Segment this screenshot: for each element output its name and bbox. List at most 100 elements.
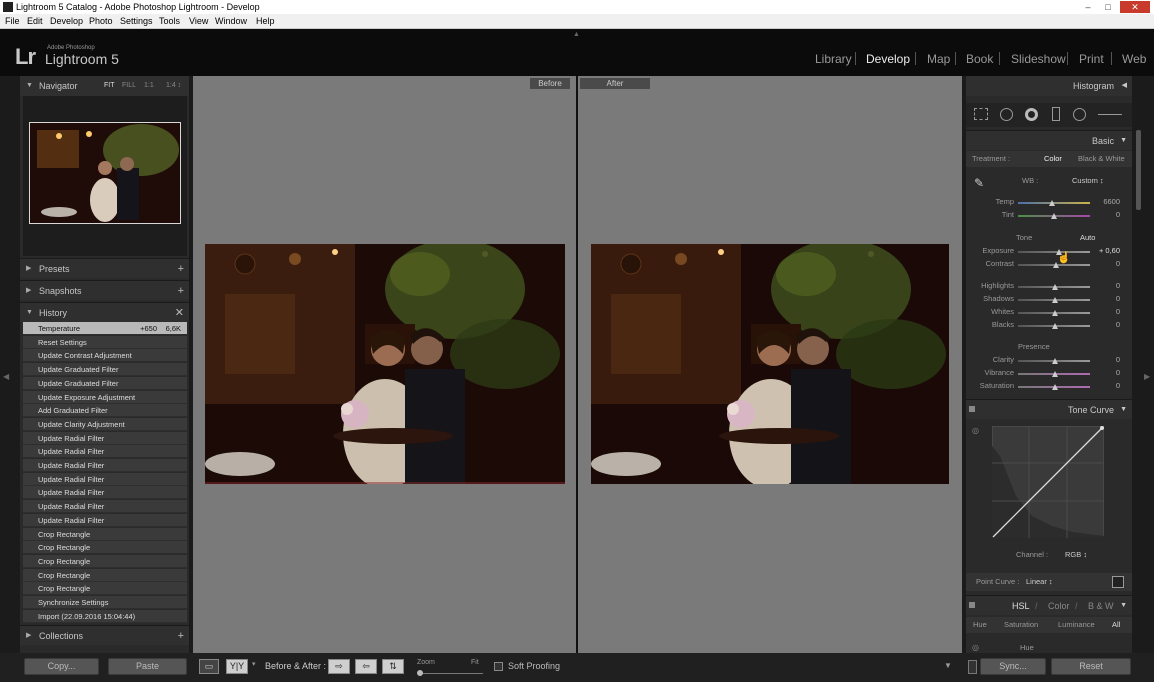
paste-button[interactable]: Paste xyxy=(108,658,187,675)
right-panel-toggle-icon[interactable]: ▶ xyxy=(1144,372,1150,381)
history-item[interactable]: Temperature +650 6,6K xyxy=(23,322,187,335)
collapse-top-icon[interactable]: ▲ xyxy=(573,31,580,38)
blacks-thumb[interactable] xyxy=(1052,323,1058,329)
saturation-value[interactable]: 0 xyxy=(1090,381,1120,391)
tone-curve-header[interactable]: Tone Curve ▼ xyxy=(966,399,1132,419)
red-eye-icon[interactable] xyxy=(1025,108,1038,121)
luminance-subtab[interactable]: Luminance xyxy=(1058,620,1095,630)
channel-select[interactable]: RGB ↕ xyxy=(1065,550,1087,560)
history-item[interactable]: Update Radial Filter xyxy=(23,459,187,472)
add-snapshot-icon[interactable]: + xyxy=(178,281,184,301)
temp-thumb[interactable] xyxy=(1049,200,1055,206)
soft-proofing-checkbox[interactable] xyxy=(494,662,503,671)
history-item[interactable]: Update Graduated Filter xyxy=(23,363,187,377)
left-panel-toggle-icon[interactable]: ◀ xyxy=(3,372,9,381)
history-header[interactable]: ▼ History ✕ xyxy=(20,302,189,322)
saturation-subtab[interactable]: Saturation xyxy=(1004,620,1038,630)
history-item[interactable]: Crop Rectangle xyxy=(23,554,187,568)
crop-tool-icon[interactable] xyxy=(974,108,988,120)
maximize-button[interactable]: □ xyxy=(1100,1,1116,13)
copy-after-to-before-icon[interactable]: ⇦ xyxy=(355,659,377,674)
menu-help[interactable]: Help xyxy=(256,14,275,29)
clarity-thumb[interactable] xyxy=(1052,358,1058,364)
history-item[interactable]: Crop Rectangle xyxy=(23,541,187,555)
treatment-color[interactable]: Color xyxy=(1044,154,1062,164)
zoom-fill[interactable]: FILL xyxy=(122,76,136,96)
right-panel-scrollbar[interactable] xyxy=(1136,130,1141,210)
history-item[interactable]: Crop Rectangle xyxy=(23,527,187,541)
history-item[interactable]: Update Exposure Adjustment xyxy=(23,390,187,404)
all-subtab[interactable]: All xyxy=(1112,620,1120,630)
history-item[interactable]: Import (22.09.2016 15:04:44) xyxy=(23,609,187,623)
history-item[interactable]: Update Radial Filter xyxy=(23,486,187,500)
add-collection-icon[interactable]: + xyxy=(178,626,184,646)
minimize-button[interactable]: – xyxy=(1080,1,1096,13)
panel-switch-icon[interactable] xyxy=(969,406,975,412)
history-item[interactable]: Reset Settings xyxy=(23,335,187,349)
module-book[interactable]: Book xyxy=(966,52,993,66)
edit-point-curve-icon[interactable] xyxy=(1112,576,1124,588)
blacks-value[interactable]: 0 xyxy=(1090,320,1120,330)
exposure-value[interactable]: + 0,60 xyxy=(1090,246,1120,256)
clear-history-icon[interactable]: ✕ xyxy=(175,303,184,323)
module-web[interactable]: Web xyxy=(1122,52,1146,66)
menu-develop[interactable]: Develop xyxy=(50,14,83,29)
hsl-tab[interactable]: HSL xyxy=(1012,596,1030,616)
menu-window[interactable]: Window xyxy=(215,14,247,29)
history-item[interactable]: Update Radial Filter xyxy=(23,513,187,527)
spot-removal-icon[interactable] xyxy=(1000,108,1013,121)
tone-curve-graph[interactable] xyxy=(992,426,1104,538)
basic-header[interactable]: Basic ▼ xyxy=(966,130,1132,150)
history-item[interactable]: Crop Rectangle xyxy=(23,582,187,596)
temp-value[interactable]: 6600 xyxy=(1090,197,1120,207)
menu-tools[interactable]: Tools xyxy=(159,14,180,29)
menu-view[interactable]: View xyxy=(189,14,208,29)
contrast-value[interactable]: 0 xyxy=(1090,259,1120,269)
history-item[interactable]: Update Graduated Filter xyxy=(23,376,187,390)
tint-thumb[interactable] xyxy=(1051,213,1057,219)
module-slideshow[interactable]: Slideshow xyxy=(1011,52,1066,66)
history-item[interactable]: Update Radial Filter xyxy=(23,445,187,459)
snapshots-header[interactable]: ▶ Snapshots + xyxy=(20,280,189,300)
clarity-value[interactable]: 0 xyxy=(1090,355,1120,365)
adjustment-brush-icon[interactable] xyxy=(1098,114,1122,115)
menu-photo[interactable]: Photo xyxy=(89,14,113,29)
view-dropdown-icon[interactable]: ▾ xyxy=(252,660,256,668)
eyedropper-icon[interactable]: ✎ xyxy=(974,176,984,190)
navigator-header[interactable]: ▼ Navigator FIT FILL 1:1 1:4 ↕ xyxy=(20,76,189,96)
vibrance-thumb[interactable] xyxy=(1052,371,1058,377)
tint-value[interactable]: 0 xyxy=(1090,210,1120,220)
zoom-1-1[interactable]: 1:1 xyxy=(144,76,154,96)
zoom-slider-thumb[interactable] xyxy=(417,670,423,676)
target-adjust-icon[interactable]: ◎ xyxy=(972,426,979,435)
history-item[interactable]: Update Clarity Adjustment xyxy=(23,417,187,431)
graduated-filter-icon[interactable] xyxy=(1052,107,1060,121)
hue-subtab[interactable]: Hue xyxy=(973,620,987,630)
history-item[interactable]: Crop Rectangle xyxy=(23,568,187,582)
histogram-header[interactable]: Histogram ◀ xyxy=(966,76,1132,96)
saturation-thumb[interactable] xyxy=(1052,384,1058,390)
zoom-fit[interactable]: FIT xyxy=(104,76,115,96)
hsl-header[interactable]: HSL / Color / B & W ▼ xyxy=(966,595,1132,615)
presets-header[interactable]: ▶ Presets + xyxy=(20,258,189,278)
collections-header[interactable]: ▶ Collections + xyxy=(20,625,189,645)
menu-edit[interactable]: Edit xyxy=(27,14,43,29)
tone-auto-button[interactable]: Auto xyxy=(1080,233,1095,243)
zoom-1-4[interactable]: 1:4 ↕ xyxy=(166,76,181,96)
module-develop[interactable]: Develop xyxy=(866,52,910,66)
sync-button[interactable]: Sync... xyxy=(980,658,1046,675)
copy-button[interactable]: Copy... xyxy=(24,658,99,675)
before-after-view-button[interactable]: Y|Y xyxy=(226,659,248,674)
whites-value[interactable]: 0 xyxy=(1090,307,1120,317)
point-curve-select[interactable]: Linear ↕ xyxy=(1026,577,1053,587)
exposure-track[interactable] xyxy=(1018,251,1090,253)
target-adjust-icon[interactable]: ◎ xyxy=(972,643,979,652)
panel-switch-icon[interactable] xyxy=(969,602,975,608)
reset-button[interactable]: Reset xyxy=(1051,658,1131,675)
navigator-thumbnail[interactable] xyxy=(29,122,181,224)
radial-filter-icon[interactable] xyxy=(1073,108,1086,121)
loupe-view-button[interactable]: ▭ xyxy=(199,659,219,674)
history-item[interactable]: Synchronize Settings xyxy=(23,596,187,609)
treatment-bw[interactable]: Black & White xyxy=(1078,154,1125,164)
history-item[interactable]: Update Radial Filter xyxy=(23,500,187,514)
